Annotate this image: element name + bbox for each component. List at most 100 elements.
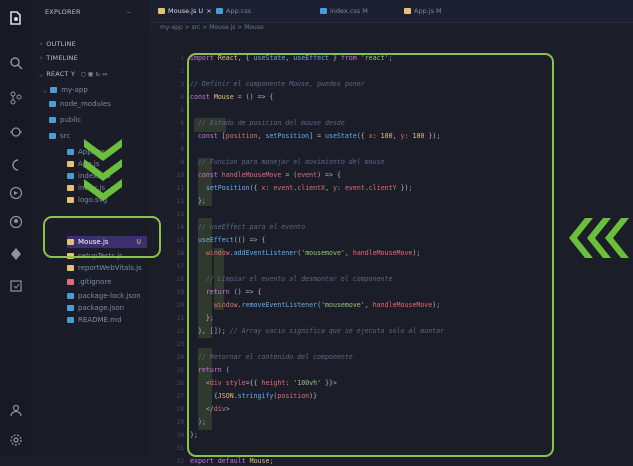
code-highlight-box [187, 53, 554, 457]
line-number: 3 [180, 81, 184, 88]
line-number: 23 [176, 341, 184, 348]
file-icon [49, 133, 56, 139]
line-number: 15 [176, 237, 184, 244]
file-icon [67, 161, 74, 167]
folder-icon [50, 87, 58, 93]
explorer-header: EXPLORER — [45, 6, 162, 18]
tab-label: index.css M [330, 7, 368, 15]
refresh-icon[interactable]: ↻ [96, 70, 100, 78]
breadcrumb[interactable]: my-app > src > Mouse.js > Mouse [160, 24, 264, 31]
line-number: 12 [176, 198, 184, 205]
line-number: 7 [180, 133, 184, 140]
code-line[interactable]: export default Mouse; [190, 456, 273, 466]
live-share-icon[interactable] [6, 183, 26, 203]
search-icon[interactable] [6, 53, 26, 73]
file-icon [49, 101, 56, 107]
project-section[interactable]: ⌄ REACT Y ▢ ▣ ↻ ▭ [39, 68, 156, 80]
line-number: 4 [180, 94, 184, 101]
more-actions-icon[interactable]: — [127, 8, 131, 16]
line-number: 5 [180, 107, 184, 114]
file-label: reportWebVitals.js [78, 264, 142, 272]
accounts-sync-icon[interactable] [6, 212, 26, 232]
line-number: 19 [176, 289, 184, 296]
file-icon [320, 8, 327, 14]
account-icon[interactable] [6, 400, 26, 420]
source-control-icon[interactable] [6, 88, 26, 108]
line-number: 1 [180, 55, 184, 62]
chevron-right-icon: › [39, 40, 44, 48]
file-icon [67, 173, 74, 179]
root-folder[interactable]: ⌄ my-app [43, 84, 160, 96]
line-number: 22 [176, 328, 184, 335]
file-icon [67, 265, 74, 271]
file-label: README.md [78, 316, 122, 324]
line-number: 6 [180, 120, 184, 127]
line-number: 20 [176, 302, 184, 309]
line-number: 11 [176, 185, 184, 192]
file-icon [67, 317, 74, 323]
line-number: 18 [176, 276, 184, 283]
run-debug-icon[interactable] [6, 122, 26, 142]
file-label: node_modules [60, 100, 111, 108]
chevron-down-icon: ⌄ [39, 70, 44, 78]
down-arrows-icon [84, 139, 122, 201]
line-number: 8 [180, 146, 184, 153]
settings-gear-icon[interactable] [6, 430, 26, 450]
line-number: 17 [176, 263, 184, 270]
line-number: 31 [176, 445, 184, 452]
line-number: 29 [176, 419, 184, 426]
file-label: package.json [78, 304, 125, 312]
tab-label: App.css [226, 7, 252, 15]
files-icon[interactable] [6, 8, 26, 28]
tab-label: App.js M [414, 7, 442, 15]
tab-label: Mouse.js U [168, 7, 204, 15]
editor-tab[interactable]: index.css M [320, 5, 368, 17]
timeline-section[interactable]: › TIMELINE [39, 52, 156, 64]
testing-icon[interactable] [6, 276, 26, 296]
activity-bar [0, 0, 34, 456]
file-icon [67, 197, 74, 203]
file-label: package-lock.json [78, 292, 141, 300]
file-icon [158, 8, 165, 14]
file-icon [67, 305, 74, 311]
remote-icon[interactable] [6, 155, 26, 175]
file-icon [67, 185, 74, 191]
line-number: 21 [176, 315, 184, 322]
editor-tab-bar: Mouse.js U × App.css index.css M App.js M [150, 0, 633, 23]
file-highlight-box [43, 216, 161, 258]
new-file-icon[interactable]: ▢ [81, 70, 85, 78]
extensions-icon[interactable] [6, 244, 26, 264]
editor-tab[interactable]: App.js M [404, 5, 442, 17]
collapse-icon[interactable]: ▭ [103, 70, 107, 78]
file-icon [67, 279, 74, 285]
line-number: 24 [176, 354, 184, 361]
outline-section[interactable]: › OUTLINE [39, 38, 156, 50]
line-number: 28 [176, 406, 184, 413]
line-number: 26 [176, 380, 184, 387]
chevron-down-icon: ⌄ [43, 86, 48, 94]
file-label: public [60, 116, 82, 124]
file-icon [49, 117, 56, 123]
chevron-right-icon: › [39, 54, 44, 62]
editor-tab[interactable]: Mouse.js U × [158, 5, 212, 17]
line-number: 9 [180, 159, 184, 166]
new-folder-icon[interactable]: ▣ [88, 70, 92, 78]
file-icon [67, 293, 74, 299]
line-number: 25 [176, 367, 184, 374]
file-icon [67, 149, 74, 155]
file-icon [216, 8, 223, 14]
left-arrows-icon [569, 218, 629, 258]
line-number: 10 [176, 172, 184, 179]
file-label: src [60, 132, 71, 140]
line-number: 2 [180, 68, 184, 75]
line-number: 14 [176, 224, 184, 231]
close-icon[interactable]: × [206, 7, 211, 15]
line-number: 32 [176, 458, 184, 465]
file-tree-item[interactable]: node_modules [49, 98, 149, 110]
file-tree-item[interactable]: public [49, 114, 149, 126]
line-number: 27 [176, 393, 184, 400]
editor-tab[interactable]: App.css [216, 5, 251, 17]
explorer-title: EXPLORER [45, 8, 81, 16]
line-number: 30 [176, 432, 184, 439]
file-label: .gitignore [78, 278, 112, 286]
